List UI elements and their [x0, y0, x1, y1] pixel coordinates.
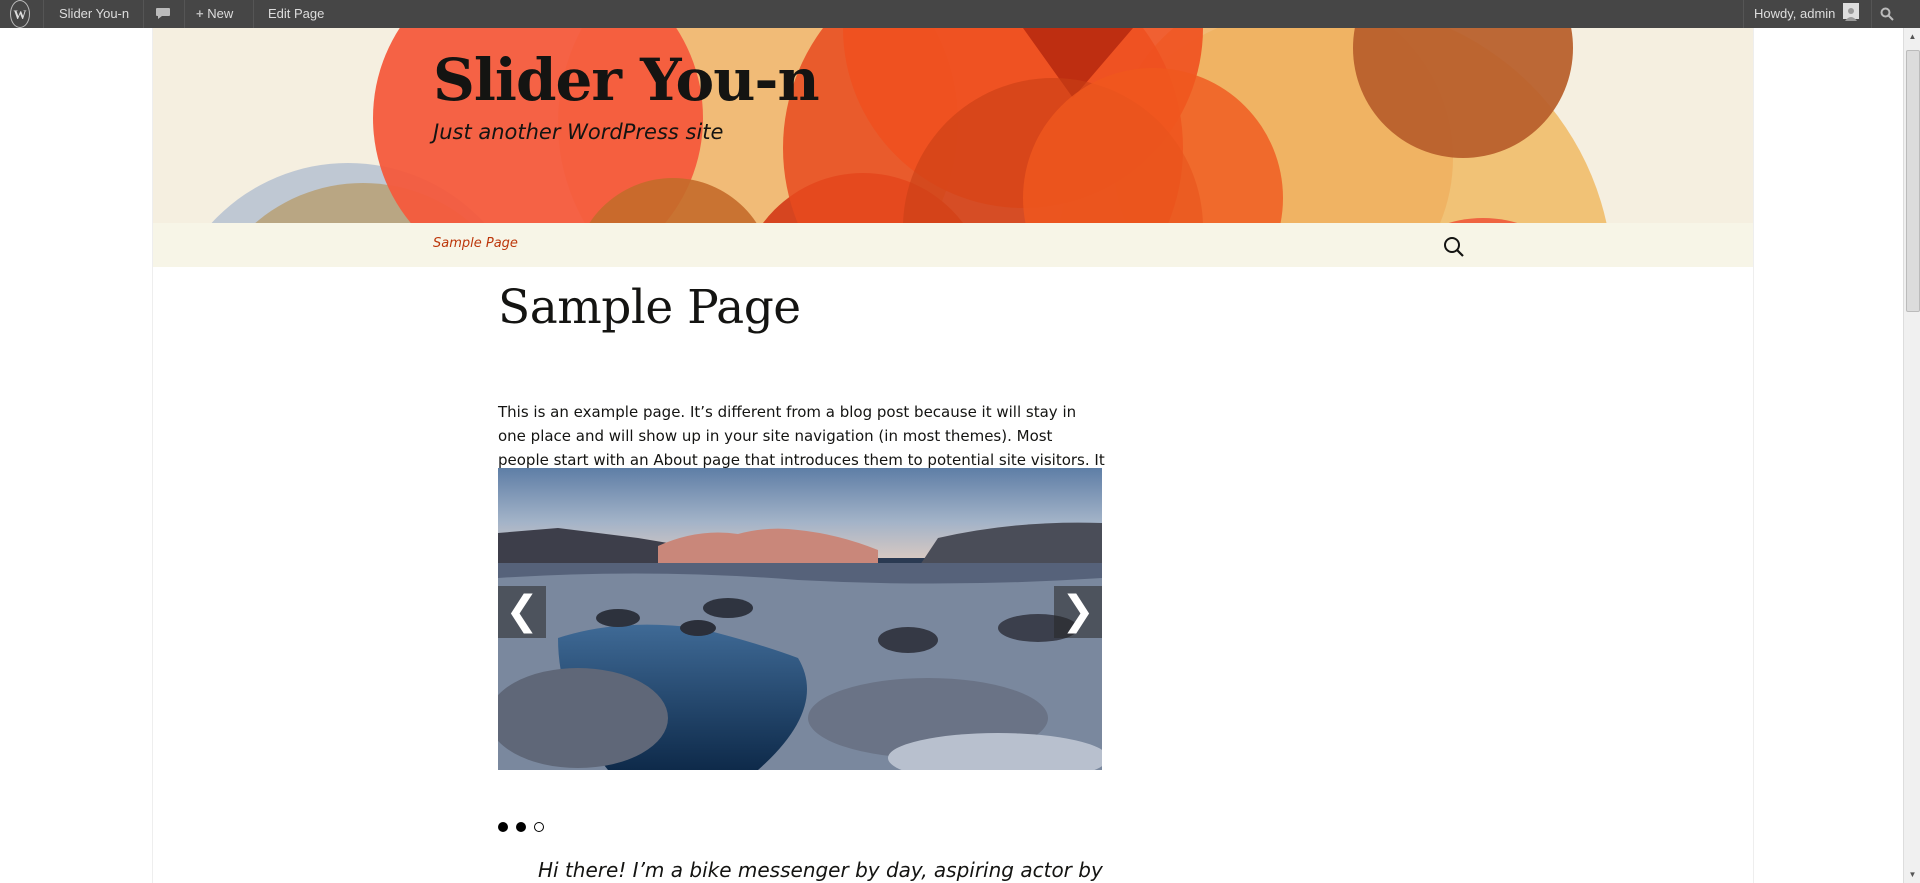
- slider-dot-3[interactable]: [534, 822, 544, 832]
- new-button[interactable]: + New: [196, 0, 233, 28]
- search-icon[interactable]: [1442, 235, 1466, 259]
- admin-bar-divider: [1743, 0, 1744, 28]
- slider-dot-2[interactable]: [516, 822, 526, 832]
- admin-bar-divider: [184, 0, 185, 28]
- site-header: Slider You-n Just another WordPress site: [153, 28, 1753, 223]
- admin-bar: W Slider You-n + New Edit Page Howdy, ad…: [0, 0, 1920, 28]
- slider-prev-button[interactable]: ❮: [498, 586, 546, 638]
- scroll-down-arrow-icon[interactable]: ▼: [1904, 866, 1920, 883]
- admin-search-icon[interactable]: [1880, 0, 1894, 28]
- plus-icon: +: [196, 6, 204, 21]
- edit-page-link[interactable]: Edit Page: [268, 0, 324, 28]
- slider-dot-1[interactable]: [498, 822, 508, 832]
- slider-landscape-image: [498, 468, 1102, 770]
- new-label: New: [207, 6, 234, 21]
- image-slider[interactable]: ❮ ❯: [498, 468, 1102, 770]
- page-title: Sample Page: [498, 280, 801, 335]
- admin-bar-divider: [253, 0, 254, 28]
- comment-bubble-icon[interactable]: [155, 0, 177, 28]
- howdy-user-menu[interactable]: Howdy, admin: [1754, 0, 1860, 28]
- scrollbar-thumb[interactable]: [1906, 50, 1920, 312]
- wordpress-icon[interactable]: W: [10, 0, 30, 28]
- admin-bar-divider: [43, 0, 44, 28]
- header-background-art: [153, 28, 1753, 223]
- admin-bar-divider: [143, 0, 144, 28]
- howdy-label: Howdy, admin: [1754, 6, 1836, 21]
- avatar-icon: [1843, 3, 1860, 21]
- nav-item-sample-page[interactable]: Sample Page: [433, 236, 518, 251]
- admin-bar-divider: [1871, 0, 1872, 28]
- site-description: Just another WordPress site: [433, 120, 724, 144]
- admin-bar-site-name[interactable]: Slider You-n: [59, 0, 129, 28]
- slider-next-button[interactable]: ❯: [1054, 586, 1102, 638]
- page-scrollbar[interactable]: ▲ ▼: [1903, 28, 1920, 883]
- main-navigation: Sample Page: [153, 223, 1753, 267]
- scroll-up-arrow-icon[interactable]: ▲: [1904, 28, 1920, 45]
- quote-text: Hi there! I’m a bike messenger by day, a…: [538, 858, 1103, 882]
- site-title[interactable]: Slider You-n: [433, 46, 820, 114]
